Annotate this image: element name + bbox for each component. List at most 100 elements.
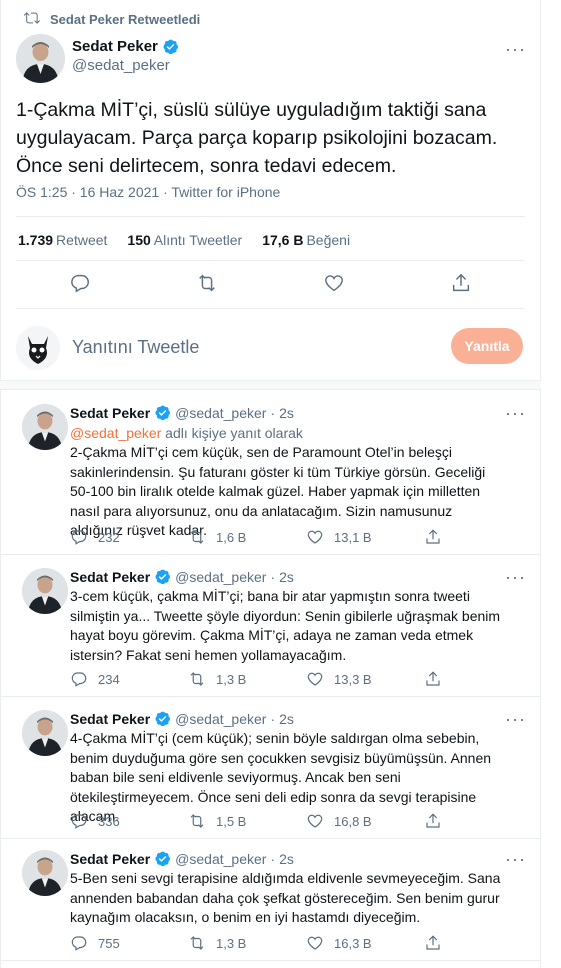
verified-badge-icon [154,568,171,585]
retweet-count: 1,6 B [216,529,247,545]
tweet-timestamp: ÖS 1:25 · 16 Haz 2021 · Twitter for iPho… [16,184,280,200]
verified-badge-icon [154,710,171,727]
separator-dot: · [270,404,276,421]
retweet-icon [188,934,206,952]
tweet-actions: 232 1,6 B 13,1 B [70,528,460,546]
verified-badge-icon [154,404,171,421]
separator-dot: · [270,568,276,585]
avatar[interactable] [22,850,68,896]
verified-badge-icon [154,850,171,867]
avatar[interactable] [22,404,68,450]
divider [0,960,541,961]
share-icon[interactable] [450,272,472,294]
author-name[interactable]: Sedat Peker [72,38,158,55]
more-options-icon[interactable]: ··· [505,850,525,874]
tweet-text: 5-Ben seni sevgi terapisine aldığımda el… [70,870,501,925]
divider [0,554,541,555]
retweet-action[interactable]: 1,6 B [188,528,306,546]
tweet-time[interactable]: 2s [279,405,294,421]
like-action[interactable]: 16,8 B [306,812,424,830]
more-options-icon[interactable]: ··· [505,568,525,592]
retweet-icon [188,812,206,830]
like-count: 16,8 B [334,813,372,829]
retweet-action[interactable]: 1,3 B [188,934,306,952]
tweet-text: 2-Çakma MİT’çi cem küçük, sen de Paramou… [70,444,486,538]
tweet-stats: 1.739 Retweet 150 Alıntı Tweetler 17,6 B Be… [18,232,350,248]
avatar[interactable] [16,34,65,83]
reply-action[interactable]: 755 [70,934,188,952]
author-name[interactable]: Sedat Peker [70,711,150,727]
reply-icon [70,812,88,830]
tweet-actions: 755 1,3 B 16,3 B [70,934,460,952]
retweet-action[interactable]: 1,5 B [188,812,306,830]
author-handle[interactable]: @sedat_peker [72,57,179,74]
reply-icon [70,934,88,952]
more-options-icon[interactable]: ··· [505,404,525,428]
reply-count: 232 [98,529,120,545]
tweet-text: 3-cem küçük, çakma MİT’çi; bana bir atar… [70,588,501,663]
verified-badge-icon [162,38,179,55]
stat-quotes[interactable]: 150 Alıntı Tweetler [127,232,242,248]
author-handle[interactable]: @sedat_peker [175,851,266,867]
more-options-icon[interactable]: ··· [505,710,525,734]
like-count: 13,3 B [334,671,372,687]
reply-icon [70,670,88,688]
like-action[interactable]: 16,3 B [306,934,424,952]
divider [16,216,525,217]
user-avatar[interactable] [16,326,60,370]
mention-link[interactable]: @sedat_peker [70,425,161,441]
avatar[interactable] [22,568,68,614]
section-separator [0,380,541,390]
retweet-action[interactable]: 1,3 B [188,670,306,688]
like-icon[interactable] [323,272,345,294]
like-count: 13,1 B [334,529,372,545]
share-action[interactable] [424,528,454,546]
divider [0,838,541,839]
like-icon [306,934,324,952]
tweet-time[interactable]: 2s [279,851,294,867]
divider [0,696,541,697]
author-name[interactable]: Sedat Peker [70,405,150,421]
author-handle[interactable]: @sedat_peker [175,711,266,727]
reply-count: 336 [98,813,120,829]
retweet-label[interactable]: Sedat Peker Retweetledi [50,12,200,27]
like-action[interactable]: 13,3 B [306,670,424,688]
tweet-time[interactable]: 2s [279,569,294,585]
avatar[interactable] [22,710,68,756]
main-tweet-text: 1-Çakma MİT’çi, süslü sülüye uyguladığım… [16,99,498,177]
share-icon [424,670,442,688]
separator-dot: · [270,850,276,867]
reply-icon[interactable] [69,272,91,294]
author-handle[interactable]: @sedat_peker [175,405,266,421]
reply-action[interactable]: 234 [70,670,188,688]
retweet-icon [188,670,206,688]
replying-to: @sedat_peker adlı kişiye yanıt olarak [70,425,303,441]
share-icon [424,934,442,952]
share-icon [424,812,442,830]
author-handle[interactable]: @sedat_peker [175,569,266,585]
share-action[interactable] [424,670,454,688]
share-action[interactable] [424,934,454,952]
stat-retweets[interactable]: 1.739 Retweet [18,232,107,248]
separator-dot: · [270,710,276,727]
like-action[interactable]: 13,1 B [306,528,424,546]
divider [16,308,525,309]
tweet-time[interactable]: 2s [279,711,294,727]
reply-button[interactable]: Yanıtla [451,328,523,364]
stat-likes[interactable]: 17,6 B Beğeni [262,232,350,248]
tweet-source[interactable]: Twitter for iPhone [171,184,280,200]
author-name[interactable]: Sedat Peker [70,569,150,585]
tweet-actions: 336 1,5 B 16,8 B [70,812,460,830]
main-tweet-author: Sedat Peker @sedat_peker [72,38,179,74]
retweet-icon[interactable] [196,272,218,294]
like-icon [306,812,324,830]
reply-action[interactable]: 232 [70,528,188,546]
share-action[interactable] [424,812,454,830]
retweet-count: 1,3 B [216,935,247,951]
more-options-icon[interactable]: ··· [505,40,525,64]
reply-action[interactable]: 336 [70,812,188,830]
reply-input[interactable]: Yanıtını Tweetle [72,337,199,358]
tweet-time[interactable]: ÖS 1:25 · 16 Haz 2021 · [16,184,171,200]
author-name[interactable]: Sedat Peker [70,851,150,867]
retweet-header: Sedat Peker Retweetledi [23,10,200,29]
